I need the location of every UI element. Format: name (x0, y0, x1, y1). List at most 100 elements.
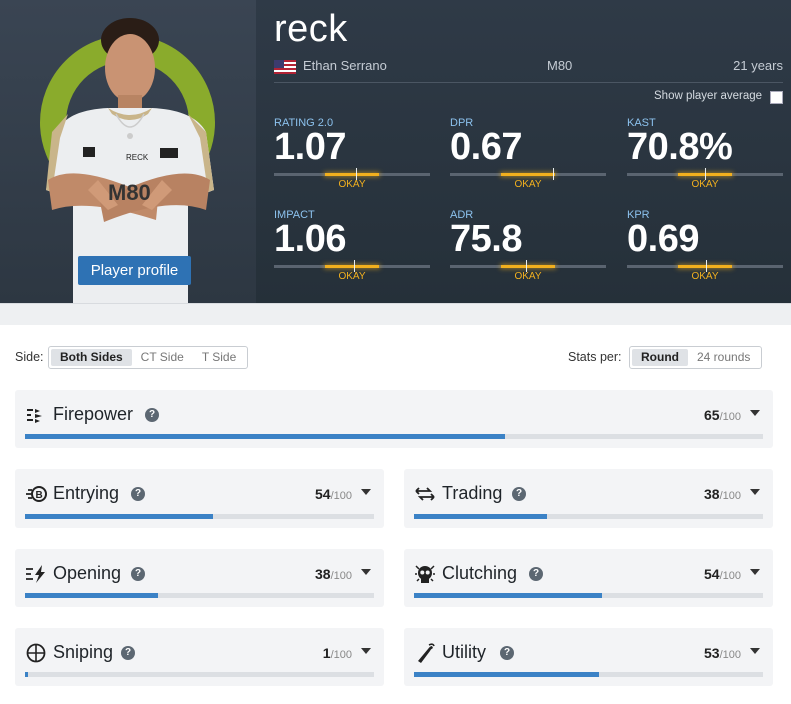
score-value: 54 (704, 566, 720, 582)
help-icon[interactable]: ? (500, 646, 514, 660)
category-score: 38/100 (704, 486, 741, 502)
expand-caret-icon[interactable] (361, 569, 371, 575)
score-bar-fill (25, 514, 214, 519)
score-max: /100 (330, 649, 352, 661)
score-bar (414, 514, 763, 519)
category-score: 53/100 (704, 645, 741, 661)
category-title: Firepower (53, 404, 134, 424)
score-max: /100 (719, 490, 741, 502)
header-divider (274, 82, 783, 83)
svg-text:M80: M80 (108, 180, 151, 205)
score-bar-fill (25, 672, 29, 677)
stat-okay-range (501, 173, 555, 176)
expand-caret-icon[interactable] (361, 648, 371, 654)
stat-rating: RATING 2.0 1.07 OKAY (274, 117, 434, 203)
score-bar (414, 593, 763, 598)
clutching-icon (415, 565, 435, 583)
stat-kpr: KPR 0.69 OKAY (627, 209, 787, 295)
player-nickname: reck (274, 8, 348, 50)
category-title: Utility (442, 642, 486, 662)
score-value: 1 (322, 645, 331, 661)
stat-impact: IMPACT 1.06 OKAY (274, 209, 434, 295)
stat-value: 75.8 (450, 218, 522, 260)
category-score: 1/100 (323, 645, 352, 661)
score-value: 53 (704, 645, 720, 661)
stat-value: 1.07 (274, 126, 346, 168)
category-trading[interactable]: Trading ? 38/100 (404, 469, 773, 528)
help-icon[interactable]: ? (131, 487, 145, 501)
category-opening[interactable]: Opening ? 38/100 (15, 549, 384, 607)
category-title: Trading (442, 483, 503, 503)
score-bar (25, 593, 374, 598)
stats-per-label: Stats per: (568, 350, 622, 364)
score-max: /100 (719, 411, 741, 423)
stats-per-option-24-rounds[interactable]: 24 rounds (688, 349, 759, 366)
score-bar-fill (414, 514, 547, 519)
player-team: M80 (547, 58, 573, 73)
stat-grade: OKAY (338, 271, 366, 282)
trading-icon (415, 487, 435, 501)
expand-caret-icon[interactable] (750, 569, 760, 575)
expand-caret-icon[interactable] (750, 489, 760, 495)
stat-okay-range (678, 265, 732, 268)
category-clutching[interactable]: Clutching ? 54/100 (404, 549, 773, 607)
side-option-ct[interactable]: CT Side (132, 349, 193, 366)
score-value: 38 (315, 566, 331, 582)
stat-okay-range (501, 265, 555, 268)
side-option-t[interactable]: T Side (193, 349, 245, 366)
expand-caret-icon[interactable] (361, 489, 371, 495)
stat-grade: OKAY (691, 271, 719, 282)
help-icon[interactable]: ? (131, 567, 145, 581)
stat-value: 0.67 (450, 126, 522, 168)
stats-per-toggle: Round 24 rounds (629, 346, 763, 369)
expand-caret-icon[interactable] (750, 410, 760, 416)
stat-kast: KAST 70.8% OKAY (627, 117, 787, 203)
stat-okay-range (325, 265, 379, 268)
category-sniping[interactable]: Sniping ? 1/100 (15, 628, 384, 686)
category-firepower[interactable]: Firepower ? 65/100 (15, 390, 773, 448)
svg-text:B: B (36, 490, 43, 501)
stat-grade: OKAY (691, 179, 719, 190)
stats-per-option-round[interactable]: Round (632, 349, 688, 366)
show-average-label: Show player average (654, 90, 763, 102)
opening-icon (26, 565, 45, 583)
stat-grade: OKAY (514, 179, 542, 190)
side-label: Side: (15, 350, 44, 364)
score-value: 38 (704, 486, 720, 502)
category-score: 54/100 (704, 566, 741, 582)
stat-okay-range (325, 173, 379, 176)
score-bar-fill (25, 434, 505, 439)
player-real-name: Ethan Serrano (303, 58, 387, 73)
stat-dpr: DPR 0.67 OKAY (450, 117, 610, 203)
category-title: Sniping (53, 642, 114, 662)
score-value: 65 (704, 407, 720, 423)
side-option-both[interactable]: Both Sides (51, 349, 132, 366)
firepower-icon (27, 409, 42, 423)
show-average-checkbox[interactable] (770, 91, 783, 104)
score-max: /100 (719, 570, 741, 582)
category-score: 38/100 (315, 566, 352, 582)
category-title: Opening (53, 563, 122, 583)
score-bar-fill (414, 593, 603, 598)
expand-caret-icon[interactable] (750, 648, 760, 654)
help-icon[interactable]: ? (145, 408, 159, 422)
player-header: RECK M80 Player profile reck Ethan Serra… (0, 0, 791, 303)
help-icon[interactable]: ? (121, 646, 135, 660)
score-bar (25, 434, 763, 439)
category-title: Entrying (53, 483, 120, 503)
help-icon[interactable]: ? (512, 487, 526, 501)
score-max: /100 (330, 490, 352, 502)
stat-value: 0.69 (627, 218, 699, 260)
category-utility[interactable]: Utility ? 53/100 (404, 628, 773, 686)
score-bar-fill (414, 672, 599, 677)
player-age: 21 years (733, 58, 783, 73)
crosshair-icon (26, 643, 46, 663)
player-profile-button[interactable]: Player profile (78, 256, 191, 285)
category-entrying[interactable]: B Entrying ? 54/100 (15, 469, 384, 528)
score-bar (25, 672, 374, 677)
category-score: 65/100 (704, 407, 741, 423)
score-value: 54 (315, 486, 331, 502)
help-icon[interactable]: ? (529, 567, 543, 581)
stat-value: 1.06 (274, 218, 346, 260)
stat-adr: ADR 75.8 OKAY (450, 209, 610, 295)
